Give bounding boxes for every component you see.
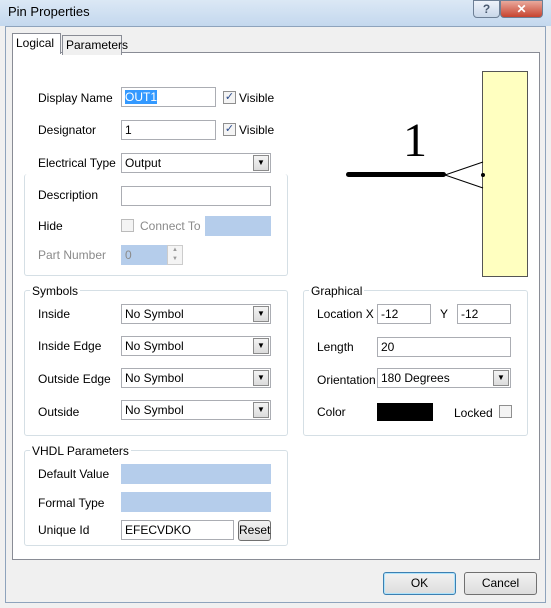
color-label: Color bbox=[317, 405, 346, 419]
pin-designator-preview: 1 bbox=[403, 114, 427, 167]
reset-button[interactable]: Reset bbox=[238, 520, 271, 541]
designator-input[interactable]: 1 bbox=[121, 120, 216, 140]
color-swatch[interactable] bbox=[377, 403, 433, 421]
tab-logical[interactable]: Logical bbox=[12, 33, 61, 54]
description-input[interactable] bbox=[121, 186, 271, 206]
part-number-label: Part Number bbox=[38, 248, 107, 262]
inside-edge-select[interactable]: No Symbol ▼ bbox=[121, 336, 271, 356]
graphical-title: Graphical bbox=[309, 284, 365, 298]
orientation-value: 180 Degrees bbox=[381, 371, 450, 385]
visible-label: Visible bbox=[239, 123, 275, 137]
inside-label: Inside bbox=[38, 307, 71, 321]
symbols-title: Symbols bbox=[30, 284, 81, 298]
chevron-down-icon: ▼ bbox=[253, 402, 269, 418]
hide-label: Hide bbox=[38, 219, 63, 233]
location-x-label: Location X bbox=[317, 307, 374, 321]
default-value-label: Default Value bbox=[38, 467, 110, 481]
chevron-down-icon: ▼ bbox=[253, 155, 269, 171]
ok-button[interactable]: OK bbox=[383, 572, 456, 595]
outside-edge-value: No Symbol bbox=[125, 371, 184, 385]
inside-value: No Symbol bbox=[125, 307, 184, 321]
display-name-input[interactable]: OUT1 bbox=[121, 87, 216, 107]
electrical-type-label: Electrical Type bbox=[38, 156, 116, 170]
orientation-label: Orientation bbox=[317, 373, 376, 387]
part-number-input[interactable]: 0 bbox=[121, 245, 167, 265]
chevron-down-icon: ▼ bbox=[493, 370, 509, 386]
orientation-select[interactable]: 180 Degrees ▼ bbox=[377, 368, 511, 388]
electrical-type-value: Output bbox=[125, 156, 162, 170]
outside-label: Outside bbox=[38, 405, 80, 419]
output-arrow-icon bbox=[443, 161, 485, 189]
connect-to-input[interactable] bbox=[205, 216, 271, 236]
tab-parameters[interactable]: Parameters bbox=[62, 35, 128, 55]
designator-label: Designator bbox=[38, 123, 97, 137]
outside-edge-select[interactable]: No Symbol ▼ bbox=[121, 368, 271, 388]
pin-line bbox=[346, 172, 446, 177]
location-y-label: Y bbox=[440, 307, 449, 321]
location-y-input[interactable]: -12 bbox=[457, 304, 511, 324]
description-label: Description bbox=[38, 188, 99, 202]
locked-checkbox[interactable] bbox=[499, 405, 512, 418]
inside-select[interactable]: No Symbol ▼ bbox=[121, 304, 271, 324]
unique-id-input[interactable]: EFECVDKO bbox=[121, 520, 234, 540]
chevron-down-icon: ▼ bbox=[253, 370, 269, 386]
locked-label: Locked bbox=[454, 406, 493, 420]
default-value-input[interactable] bbox=[121, 464, 271, 484]
vhdl-title: VHDL Parameters bbox=[30, 444, 131, 458]
length-label: Length bbox=[317, 340, 354, 354]
outside-select[interactable]: No Symbol ▼ bbox=[121, 400, 271, 420]
chevron-down-icon: ▼ bbox=[253, 338, 269, 354]
close-button[interactable]: ✕ bbox=[500, 0, 543, 18]
hide-checkbox[interactable] bbox=[121, 219, 134, 232]
inside-edge-value: No Symbol bbox=[125, 339, 184, 353]
chevron-down-icon: ▼ bbox=[253, 306, 269, 322]
outside-edge-label: Outside Edge bbox=[38, 372, 111, 386]
electrical-type-select[interactable]: Output ▼ bbox=[121, 153, 271, 173]
formal-type-label: Formal Type bbox=[38, 496, 105, 510]
display-name-label: Display Name bbox=[38, 91, 113, 105]
part-number-spinner[interactable]: ▲ ▼ bbox=[167, 245, 183, 265]
formal-type-input[interactable] bbox=[121, 492, 271, 512]
window-title: Pin Properties bbox=[8, 4, 90, 19]
unique-id-label: Unique Id bbox=[38, 523, 90, 537]
display-name-visible-checkbox[interactable]: ✓ bbox=[223, 91, 236, 104]
inside-edge-label: Inside Edge bbox=[38, 339, 102, 353]
visible-label: Visible bbox=[239, 91, 275, 105]
designator-visible-checkbox[interactable]: ✓ bbox=[223, 123, 236, 136]
outside-value: No Symbol bbox=[125, 403, 184, 417]
help-button[interactable]: ? bbox=[473, 0, 500, 18]
location-x-input[interactable]: -12 bbox=[377, 304, 431, 324]
cancel-button[interactable]: Cancel bbox=[464, 572, 537, 595]
connect-to-label: Connect To bbox=[140, 219, 201, 233]
length-input[interactable]: 20 bbox=[377, 337, 511, 357]
display-name-value: OUT1 bbox=[125, 90, 158, 104]
